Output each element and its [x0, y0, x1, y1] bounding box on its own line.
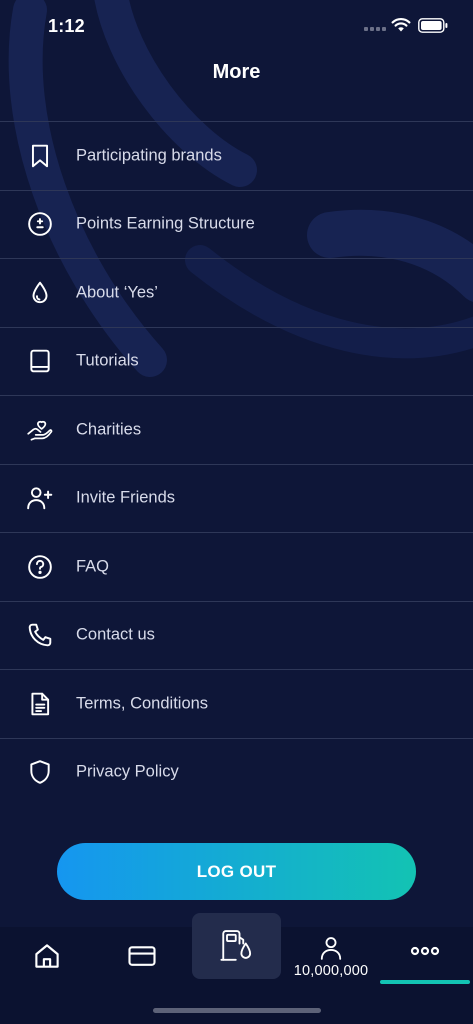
plus-minus-icon — [26, 210, 54, 238]
page-title: More — [212, 61, 261, 83]
menu-item-label: Invite Friends — [76, 488, 176, 507]
user-icon — [320, 937, 342, 960]
menu-item-terms-conditions[interactable]: Terms, Conditions — [0, 669, 473, 738]
menu-item-label: Privacy Policy — [76, 762, 179, 781]
nav-home[interactable] — [31, 941, 63, 971]
question-icon — [26, 553, 54, 581]
bookmark-icon — [26, 142, 54, 170]
fuel-pump-icon — [219, 930, 251, 961]
card-icon — [128, 946, 156, 966]
heart-hand-icon — [26, 416, 54, 444]
nav-cards[interactable] — [126, 941, 158, 971]
menu-item-label: Tutorials — [76, 351, 139, 370]
menu-item-label: Terms, Conditions — [76, 694, 209, 713]
bottom-nav: 10,000,000 — [0, 913, 473, 1024]
active-tab-indicator — [380, 980, 470, 984]
status-time: 1:12 — [48, 16, 85, 36]
wifi-icon — [391, 18, 411, 32]
status-bar: 1:12 — [0, 0, 473, 52]
menu-item-contact-us[interactable]: Contact us — [0, 600, 473, 670]
nav-profile[interactable]: 10,000,000 — [286, 935, 376, 979]
menu-item-invite-friends[interactable]: Invite Friends — [0, 463, 473, 533]
more-dots-icon — [410, 946, 440, 956]
add-user-icon — [26, 484, 54, 512]
menu-item-tutorials[interactable]: Tutorials — [0, 326, 473, 396]
menu-item-label: Contact us — [76, 625, 155, 644]
more-screen: 1:12 More Participating brands Points Ea… — [0, 0, 473, 1024]
drop-icon — [26, 279, 54, 307]
menu-item-about-yes[interactable]: About ‘Yes’ — [0, 258, 473, 327]
points-balance: 10,000,000 — [293, 963, 369, 979]
book-icon — [26, 347, 54, 375]
menu-item-label: FAQ — [76, 557, 110, 576]
menu-item-points-earning-structure[interactable]: Points Earning Structure — [0, 189, 473, 259]
home-indicator — [153, 1008, 321, 1013]
menu-item-label: Charities — [76, 420, 142, 439]
document-icon — [26, 690, 54, 718]
menu-item-label: Points Earning Structure — [76, 214, 255, 233]
signal-icon — [364, 27, 386, 31]
menu-item-participating-brands[interactable]: Participating brands — [0, 121, 473, 190]
menu-item-label: About ‘Yes’ — [76, 283, 158, 302]
battery-icon — [418, 18, 448, 33]
menu-item-faq[interactable]: FAQ — [0, 532, 473, 601]
phone-icon — [26, 621, 54, 649]
menu-item-privacy-policy[interactable]: Privacy Policy — [0, 737, 473, 807]
home-icon — [35, 944, 59, 968]
menu-item-charities[interactable]: Charities — [0, 395, 473, 464]
logout-button[interactable]: LOG OUT — [57, 843, 416, 900]
more-menu: Participating brands Points Earning Stru… — [0, 121, 473, 806]
shield-icon — [26, 758, 54, 786]
nav-more[interactable] — [380, 945, 470, 957]
menu-item-label: Participating brands — [76, 146, 222, 165]
nav-fuel[interactable] — [192, 913, 281, 979]
